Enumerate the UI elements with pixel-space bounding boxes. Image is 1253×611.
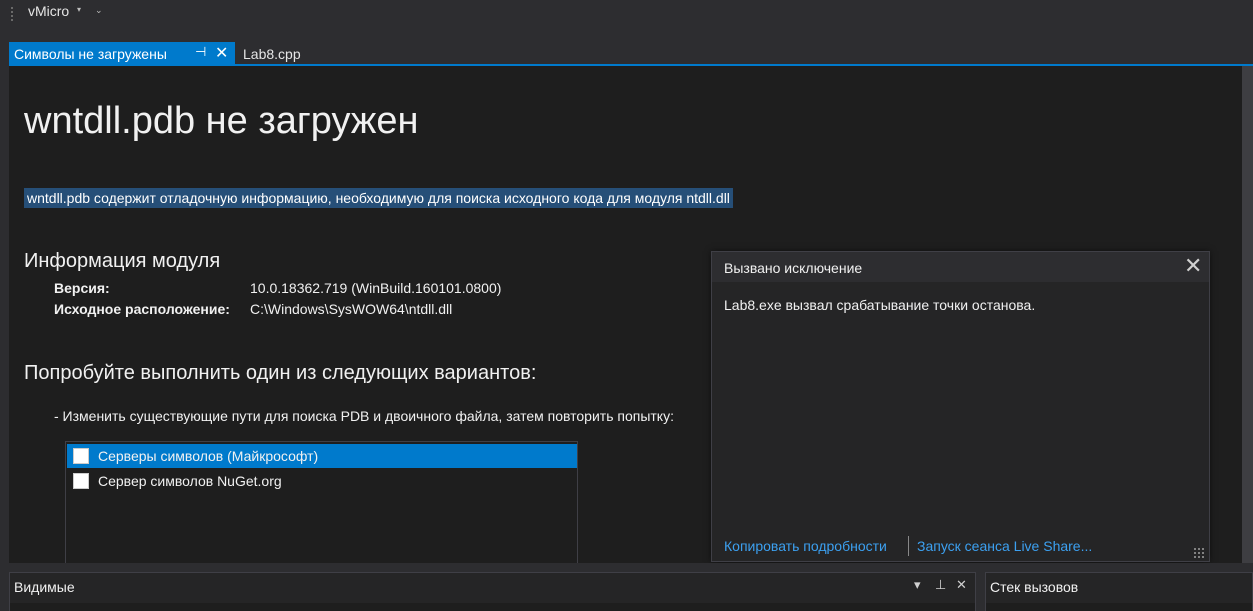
options-heading: Попробуйте выполнить один из следующих в… bbox=[24, 362, 537, 384]
vmicro-menu-button[interactable]: vMicro bbox=[28, 3, 69, 19]
list-item[interactable]: Сервер символов NuGet.org bbox=[67, 469, 577, 493]
watch-panel-title: Видимые bbox=[14, 579, 75, 595]
checkbox[interactable] bbox=[73, 473, 89, 489]
call-stack-panel-title: Стек вызовов bbox=[990, 579, 1079, 595]
version-value: 10.0.18362.719 (WinBuild.160101.0800) bbox=[250, 280, 502, 296]
pin-icon[interactable]: ⊥ bbox=[935, 577, 946, 593]
tab-label: Символы не загружены bbox=[14, 46, 167, 62]
list-item[interactable]: Серверы символов (Майкрософт) bbox=[67, 444, 577, 468]
tab-symbols-not-loaded[interactable]: Символы не загружены ⊣ ✕ bbox=[9, 42, 235, 66]
close-tab-icon[interactable]: ✕ bbox=[215, 43, 228, 63]
exception-message: Lab8.exe вызвал срабатывание точки остан… bbox=[724, 297, 1036, 313]
list-item-label: Серверы символов (Майкрософт) bbox=[98, 448, 319, 464]
description-text: wntdll.pdb содержит отладочную информаци… bbox=[24, 188, 733, 208]
toolbar-grip[interactable] bbox=[10, 6, 14, 22]
page-title: wntdll.pdb не загружен bbox=[24, 100, 419, 142]
location-label: Исходное расположение: bbox=[54, 301, 230, 317]
toolbar-overflow-icon[interactable]: ⌄ bbox=[95, 6, 103, 15]
watch-panel-toolbar bbox=[10, 603, 975, 611]
copy-details-link[interactable]: Копировать подробности bbox=[724, 538, 887, 554]
close-icon[interactable]: ✕ bbox=[1184, 254, 1202, 278]
pin-icon[interactable]: ⊣ bbox=[195, 44, 206, 60]
location-value: C:\Windows\SysWOW64\ntdll.dll bbox=[250, 301, 453, 317]
resize-grip-icon[interactable] bbox=[1193, 547, 1205, 559]
close-icon[interactable]: ✕ bbox=[956, 577, 967, 593]
exception-popup: Вызвано исключение ✕ Lab8.exe вызвал сра… bbox=[711, 251, 1210, 562]
chevron-down-icon[interactable]: ▾ bbox=[77, 5, 81, 14]
tab-lab8-cpp[interactable]: Lab8.cpp bbox=[243, 46, 301, 62]
call-stack-header-row bbox=[986, 603, 1252, 611]
symbol-servers-list[interactable]: Серверы символов (Майкрософт) Сервер сим… bbox=[65, 441, 578, 566]
watch-panel: Видимые ▾ ⊥ ✕ bbox=[9, 572, 976, 611]
list-item-label: Сервер символов NuGet.org bbox=[98, 473, 282, 489]
link-divider bbox=[908, 536, 909, 556]
version-label: Версия: bbox=[54, 280, 110, 296]
popup-title: Вызвано исключение bbox=[724, 260, 863, 276]
dropdown-icon[interactable]: ▾ bbox=[914, 577, 921, 593]
module-info-heading: Информация модуля bbox=[24, 250, 221, 272]
checkbox[interactable] bbox=[73, 448, 89, 464]
call-stack-panel: Стек вызовов bbox=[985, 572, 1253, 611]
live-share-link[interactable]: Запуск сеанса Live Share... bbox=[917, 538, 1092, 554]
top-toolbar: vMicro ▾ ⌄ bbox=[0, 0, 1253, 38]
option-change-paths: - Изменить существующие пути для поиска … bbox=[54, 408, 674, 424]
vertical-scrollbar[interactable] bbox=[1242, 66, 1253, 563]
popup-header: Вызвано исключение ✕ bbox=[712, 252, 1209, 282]
